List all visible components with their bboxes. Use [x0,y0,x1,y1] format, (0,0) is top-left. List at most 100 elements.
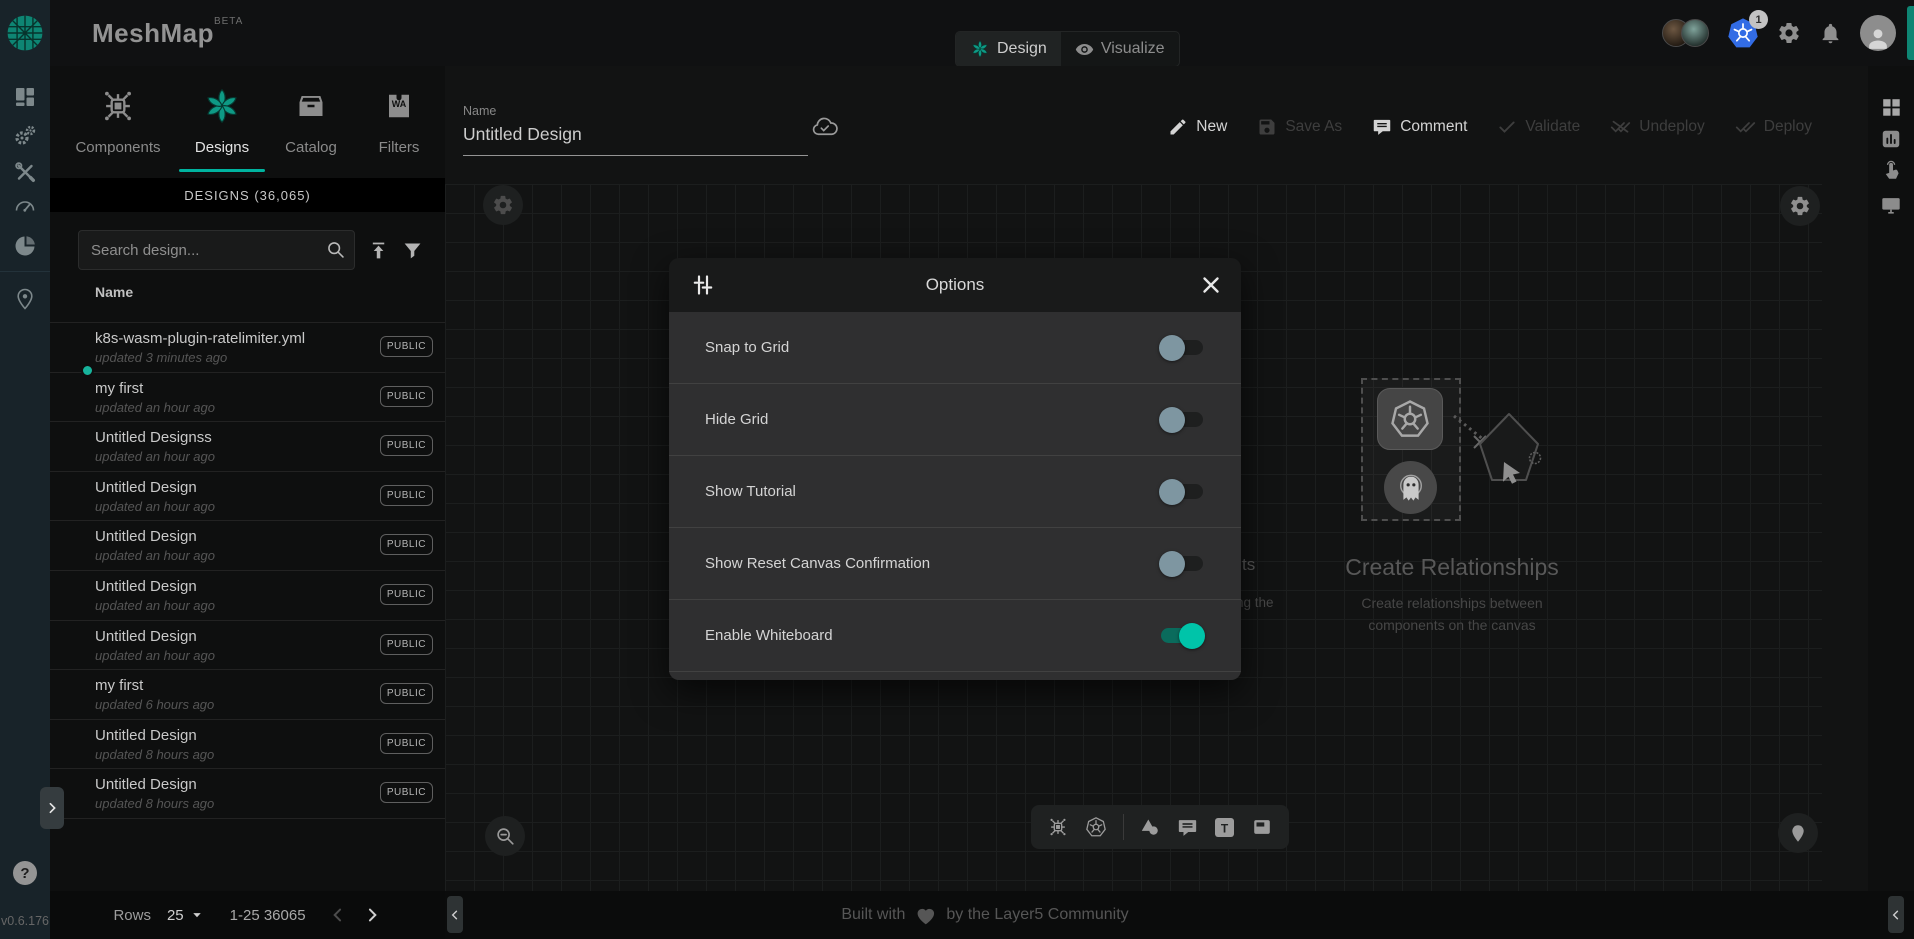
panel-tab-components[interactable]: Components [74,80,162,166]
visibility-badge: PUBLIC [380,485,433,506]
publish-upload-icon[interactable] [368,239,389,262]
save-as-button[interactable]: Save As [1257,116,1342,137]
kubernetes-wheel-icon[interactable] [1085,816,1107,838]
app-header: MeshMapBETA Design Visualize 1 [0,0,1914,66]
meshery-logo-button[interactable] [0,0,50,66]
canvas-footer: Built with by the Layer5 Community [445,891,1914,939]
panel-tab-catalog[interactable]: Catalog [267,80,355,166]
tune-icon [691,273,715,297]
designs-count-header: DESIGNS (36,065) [50,178,445,212]
components-chip-icon [99,87,137,125]
settings-gear-icon[interactable] [1777,21,1801,45]
occluded-card-text: ts [1242,555,1255,575]
option-row-reset-canvas-confirmation: Show Reset Canvas Confirmation [669,528,1241,600]
touch-icon[interactable] [1880,160,1902,182]
chart-icon[interactable] [1880,128,1902,150]
text-tool-icon[interactable]: T [1214,817,1235,838]
shapes-icon[interactable] [1140,817,1161,838]
configuration-tools-icon[interactable] [13,160,37,184]
lifecycle-gears-icon[interactable] [13,123,37,147]
filter-funnel-icon[interactable] [402,239,423,262]
extensions-icon[interactable] [13,234,37,258]
design-list-item[interactable]: Untitled Designss updated an hour ago PU… [50,422,445,472]
option-row-snap-to-grid: Snap to Grid [669,312,1241,384]
deploy-button[interactable]: Deploy [1735,116,1812,137]
option-row-enable-whiteboard: Enable Whiteboard [669,600,1241,672]
design-list-item[interactable]: Untitled Design updated an hour ago PUBL… [50,521,445,571]
panel-tab-designs[interactable]: Designs [178,80,266,166]
help-icon: ? [20,865,29,882]
widgets-grid-icon[interactable] [1880,96,1902,118]
kubernetes-context-button[interactable]: 1 [1727,17,1759,49]
comment-tool-icon[interactable] [1177,817,1198,838]
rows-per-page-select[interactable]: 25 [167,906,206,924]
canvas-settings-button[interactable] [483,185,523,225]
design-list-item[interactable]: Untitled Design updated an hour ago PUBL… [50,571,445,621]
tab-visualize[interactable]: Visualize [1061,32,1179,66]
expand-chevron-icon [44,800,60,816]
notifications-bell-icon[interactable] [1819,22,1842,45]
design-list-item[interactable]: Untitled Design updated 8 hours ago PUBL… [50,769,445,819]
new-button[interactable]: New [1168,116,1227,137]
rows-label: Rows [113,907,151,924]
options-modal-title: Options [669,275,1241,295]
deploy-double-check-icon [1735,116,1756,137]
show-tutorial-toggle[interactable] [1161,484,1203,499]
user-avatar[interactable] [1860,15,1896,51]
onboarding-relationship-art [1440,356,1590,536]
media-tool-icon[interactable] [1251,816,1273,838]
undeploy-button[interactable]: Undeploy [1610,116,1705,137]
drawer-handle[interactable] [1907,6,1914,60]
validate-button[interactable]: Validate [1497,116,1580,137]
next-page-button[interactable] [362,905,382,925]
reset-view-button[interactable] [1778,813,1818,853]
design-list-item[interactable]: my first updated 6 hours ago PUBLIC [50,670,445,720]
collapse-chevron-icon [1889,908,1903,922]
option-row-hide-grid: Hide Grid [669,384,1241,456]
visibility-badge: PUBLIC [380,534,433,555]
collapse-left-button[interactable] [447,896,463,933]
mascot-icon [1392,469,1430,507]
onboarding-title: Create Relationships [1302,554,1602,581]
design-list-item[interactable]: Untitled Design updated an hour ago PUBL… [50,472,445,522]
collaborator-avatar-2[interactable] [1681,19,1709,47]
search-icon[interactable] [325,239,346,260]
drop-icon [1787,822,1809,844]
design-list: k8s-wasm-plugin-ratelimiter.yml updated … [50,322,445,819]
panel-tab-filters[interactable]: WA Filters [355,80,443,166]
design-list-item[interactable]: Untitled Design updated 8 hours ago PUBL… [50,720,445,770]
help-button[interactable]: ? [13,861,37,885]
close-icon[interactable] [1199,273,1223,297]
design-name-input[interactable] [463,122,808,156]
pagination-range: 1-25 36065 [230,907,306,924]
design-list-item[interactable]: Untitled Design updated an hour ago PUBL… [50,621,445,671]
dashboard-icon[interactable] [13,85,37,109]
component-chip-icon[interactable] [1047,816,1069,838]
heart-icon [914,904,937,927]
snap-to-grid-toggle[interactable] [1161,340,1203,355]
expand-panel-button[interactable] [40,787,64,829]
svg-text:WA: WA [392,99,407,109]
search-input[interactable] [78,230,355,270]
comment-button[interactable]: Comment [1372,116,1467,137]
canvas-options-button[interactable] [1780,186,1820,226]
enable-whiteboard-toggle[interactable] [1161,628,1203,643]
zoom-out-icon [494,825,516,847]
collapse-right-button[interactable] [1888,896,1904,933]
catalog-drawer-icon [296,91,326,121]
prev-page-button[interactable] [328,905,348,925]
tab-design[interactable]: Design [956,32,1061,66]
visibility-badge: PUBLIC [380,336,433,357]
performance-gauge-icon[interactable] [13,194,37,218]
display-icon[interactable] [1880,194,1902,216]
collaborator-avatars[interactable] [1662,19,1709,47]
hide-grid-toggle[interactable] [1161,412,1203,427]
onboarding-k8s-node [1377,388,1443,450]
version-label: v0.6.176 [0,914,50,928]
zoom-out-button[interactable] [485,816,525,856]
design-list-item[interactable]: k8s-wasm-plugin-ratelimiter.yml updated … [50,323,445,373]
canvas-toolbar: New Save As Comment Validate Undeploy De… [1168,116,1812,137]
reset-canvas-confirmation-toggle[interactable] [1161,556,1203,571]
design-list-item[interactable]: my first updated an hour ago PUBLIC [50,373,445,423]
meshmap-pin-icon[interactable] [13,287,37,311]
